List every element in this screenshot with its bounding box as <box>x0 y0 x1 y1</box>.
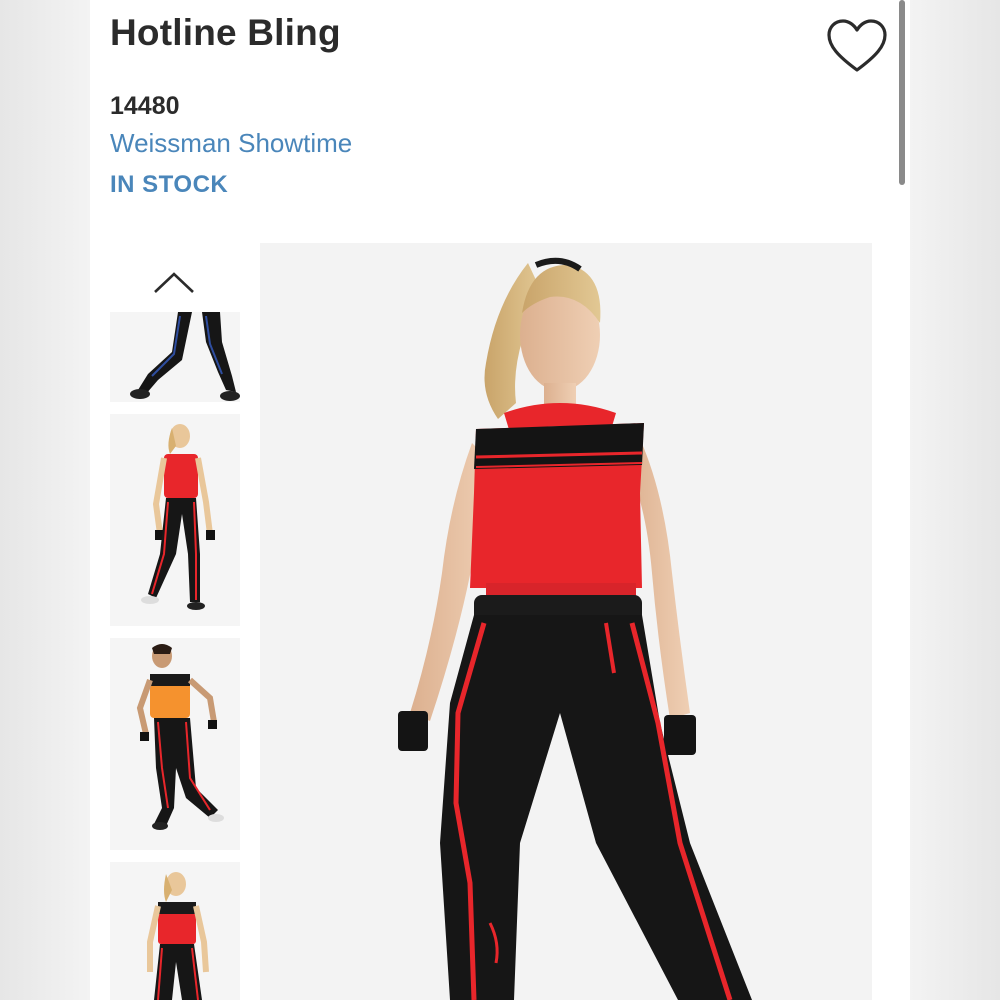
scrollbar[interactable] <box>899 0 905 185</box>
brand-link[interactable]: Weissman Showtime <box>110 128 352 159</box>
chevron-up-icon[interactable] <box>152 268 196 296</box>
product-title: Hotline Bling <box>110 12 341 53</box>
left-backdrop <box>0 0 90 1000</box>
main-product-image[interactable] <box>260 243 872 1000</box>
gallery-thumbnail-3[interactable] <box>110 638 240 850</box>
stock-status: IN STOCK <box>110 171 229 198</box>
product-sku: 14480 <box>110 92 180 120</box>
gallery-thumbnail-4[interactable] <box>110 862 240 1000</box>
product-page: Hotline Bling 14480 Weissman Showtime IN… <box>90 0 910 1000</box>
gallery-thumbnail-2[interactable] <box>110 414 240 626</box>
heart-icon[interactable] <box>826 18 888 76</box>
gallery-thumbnail-1[interactable] <box>110 312 240 402</box>
right-backdrop <box>910 0 1000 1000</box>
